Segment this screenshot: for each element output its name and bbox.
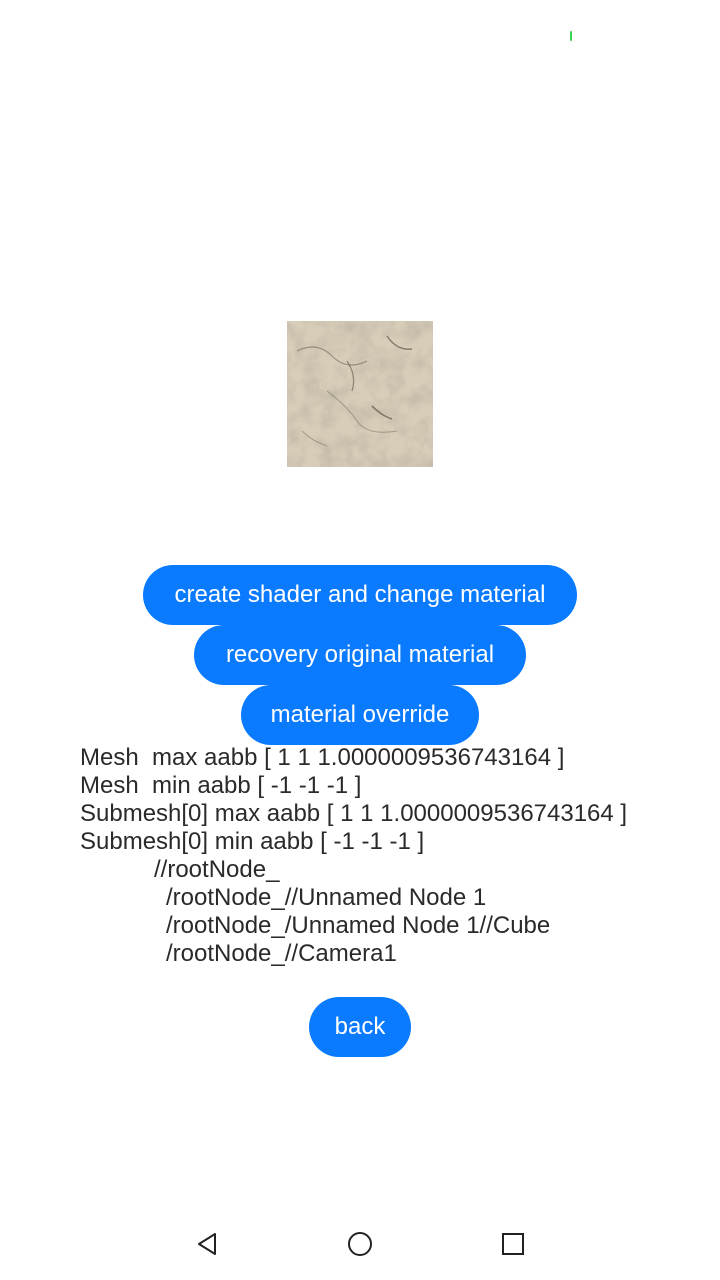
mesh-max-aabb: Mesh max aabb [ 1 1 1.0000009536743164 ]: [80, 744, 565, 771]
textured-cube-icon: [287, 321, 433, 467]
material-override-button[interactable]: material override: [241, 685, 479, 745]
recovery-material-button[interactable]: recovery original material: [194, 625, 526, 685]
mesh-info-panel: Mesh max aabb [ 1 1 1.0000009536743164 ]…: [80, 744, 700, 968]
square-recent-icon[interactable]: [497, 1228, 529, 1260]
submesh-min-aabb: Submesh[0] min aabb [ -1 -1 -1 ]: [80, 828, 425, 855]
system-navigation-bar: [0, 1214, 720, 1274]
triangle-back-icon[interactable]: [191, 1228, 223, 1260]
status-indicator: [570, 31, 572, 41]
mesh-min-aabb: Mesh min aabb [ -1 -1 -1 ]: [80, 772, 362, 799]
submesh-max-aabb: Submesh[0] max aabb [ 1 1 1.000000953674…: [80, 800, 628, 827]
node-unnamed: /rootNode_//Unnamed Node 1: [166, 884, 487, 911]
node-root: //rootNode_: [154, 856, 280, 883]
create-shader-button[interactable]: create shader and change material: [143, 565, 577, 625]
circle-home-icon[interactable]: [344, 1228, 376, 1260]
node-camera: /rootNode_//Camera1: [166, 940, 397, 967]
back-button[interactable]: back: [309, 997, 411, 1057]
node-cube: /rootNode_/Unnamed Node 1//Cube: [166, 912, 551, 939]
scene-render-view[interactable]: [287, 321, 433, 467]
